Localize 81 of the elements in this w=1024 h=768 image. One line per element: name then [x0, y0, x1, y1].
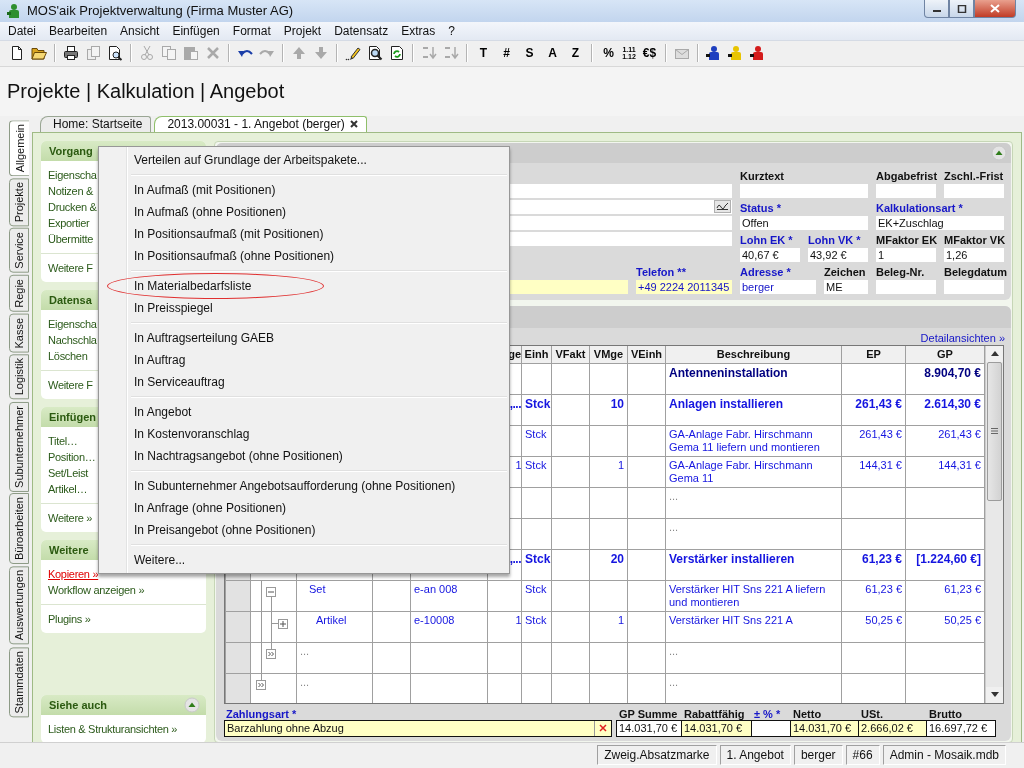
field-label: Lohn VK * [808, 233, 862, 246]
field-label: Zahlungsart * [225, 707, 298, 720]
status-field: 1. Angebot [719, 745, 791, 766]
column-header: EP [841, 345, 906, 364]
table-cell: Stck [521, 549, 552, 581]
table-cell: Verstärker installieren [665, 549, 842, 581]
column-header: VEinh [627, 345, 666, 364]
field-label: Rabattfähig [683, 707, 746, 720]
field-label: Lohn EK * [740, 233, 794, 246]
table-cell: 50,25 € [905, 611, 985, 643]
tab-label: Home: Startseite [53, 117, 143, 132]
field-label: Brutto [928, 707, 963, 720]
field-label: Status * [740, 201, 782, 214]
field-label: Beleg-Nr. [876, 265, 926, 278]
field-label: Netto [792, 707, 823, 720]
column-header: Einh [521, 345, 552, 364]
field-label: USt. [860, 707, 884, 720]
table-cell: 144,31 € [841, 456, 906, 488]
page-title: Projekte | Kalkulation | Angebot [7, 79, 285, 103]
table-cell: Stck [521, 394, 552, 426]
section-title: Vorgang [49, 144, 93, 157]
column-header: GP [905, 345, 985, 364]
table-cell: 61,23 € [841, 549, 906, 581]
table-cell: 61,23 € [841, 580, 906, 612]
table-cell: 261,43 € [841, 425, 906, 457]
column-header: Beschreibung [665, 345, 842, 364]
column-header: VMge [589, 345, 628, 364]
column-header: VFakt [551, 345, 590, 364]
table-cell: ... [665, 487, 842, 519]
table-cell: 261,43 € [905, 425, 985, 457]
field-label: Zschl.-Frist [944, 169, 1004, 182]
table-cell: Anlagen installieren [665, 394, 842, 426]
table-cell: ... [665, 642, 842, 674]
table-cell: e-10008 [410, 611, 488, 643]
table-cell: 1 [589, 611, 628, 643]
field-value: Barzahlung ohne Abzug [226, 720, 345, 736]
table-cell: 20 [589, 549, 628, 581]
section-title: Datensa [49, 293, 92, 306]
field-label: Adresse * [740, 265, 792, 278]
status-field: #66 [845, 745, 880, 766]
table-cell: 2.614,30 € [905, 394, 985, 426]
field-label: MFaktor VK [944, 233, 1004, 246]
status-field: Admin - Mosaik.mdb [882, 745, 1006, 766]
status-field: berger [793, 745, 843, 766]
table-cell: [1.224,60 €] [905, 549, 985, 581]
field-label: Abgabefrist [876, 169, 936, 182]
table-cell: 61,23 € [905, 580, 985, 612]
table-cell: ... [296, 642, 373, 674]
field-label: Zeichen [824, 265, 867, 278]
field-label: Kalkulationsart * [876, 201, 964, 214]
table-cell: Set [296, 580, 373, 612]
table-cell: Verstärker HIT Sns 221 A [665, 611, 842, 643]
table-cell: Stck [521, 425, 552, 457]
section-title: Einfügen [49, 410, 97, 423]
table-cell: 261,43 € [841, 394, 906, 426]
table-cell: Stck [521, 611, 552, 643]
table-cell: Antenneninstallation [665, 363, 842, 395]
table-cell: GA-Anlage Fabr. Hirschmann Gema 11 [665, 456, 842, 488]
section-title: Siehe auch [49, 698, 108, 711]
table-cell: Stck [521, 580, 552, 612]
table-cell: 1 [589, 456, 628, 488]
table-cell: e-an 008 [410, 580, 488, 612]
table-cell: 1 [487, 611, 522, 643]
section-title: Weitere [49, 543, 89, 556]
table-cell: 10 [589, 394, 628, 426]
field-label: Telefon ** [636, 265, 687, 278]
field-label: GP Summe [618, 707, 679, 720]
field-label: Kurztext [740, 169, 785, 182]
table-cell: GA-Anlage Fabr. Hirschmann Gema 11 liefern und montieren [665, 425, 842, 457]
table-cell: 8.904,70 € [905, 363, 985, 395]
table-cell: 50,25 € [841, 611, 906, 643]
table-cell: Stck [521, 456, 552, 488]
table-cell: 144,31 € [905, 456, 985, 488]
status-field: Zweig.Absatzmarke [597, 745, 717, 766]
table-cell: Artikel [296, 611, 373, 643]
field-label: ± % * [753, 707, 782, 720]
table-cell: ... [665, 518, 842, 550]
window-title: MOS'aik Projektverwaltung (Firma Muster AG) [27, 3, 295, 19]
tab-label: 2013.00031 - 1. Angebot (berger) [167, 117, 345, 132]
table-cell: Verstärker HIT Sns 221 A liefern und montieren [665, 580, 842, 612]
field-label: MFaktor EK [876, 233, 936, 246]
